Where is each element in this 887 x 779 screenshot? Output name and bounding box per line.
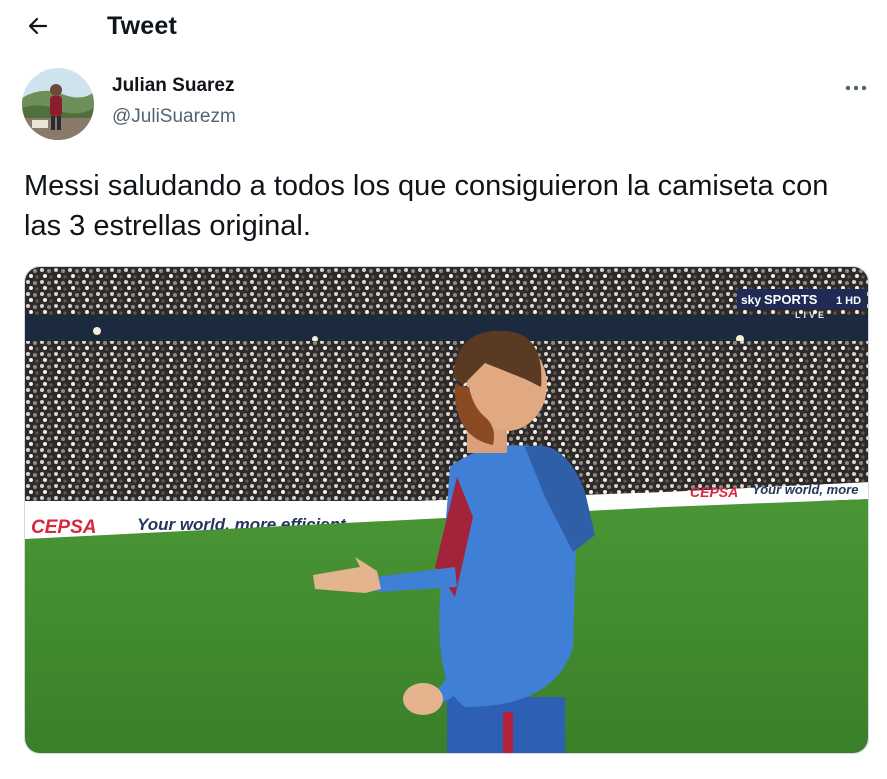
board-right-slogan: Your world, more bbox=[752, 482, 858, 497]
avatar[interactable] bbox=[22, 68, 94, 140]
board-left-brand: CEPSA bbox=[31, 517, 96, 538]
author-display-name[interactable]: Julian Suarez bbox=[112, 74, 235, 98]
top-bar: Tweet bbox=[0, 0, 887, 53]
live-label: LIVE bbox=[795, 310, 827, 320]
tweet-media-image[interactable]: CEPSA Your world, more efficient CEPSA Y… bbox=[24, 266, 869, 754]
board-right-brand: CEPSA bbox=[690, 484, 738, 500]
broadcaster-name: SPORTS bbox=[764, 292, 818, 307]
broadcaster-channel: 1 HD bbox=[836, 295, 861, 307]
back-button[interactable] bbox=[20, 10, 56, 42]
more-options-button[interactable] bbox=[838, 74, 874, 102]
author-handle[interactable]: @JuliSuarezm bbox=[112, 105, 236, 129]
arrow-left-icon bbox=[28, 17, 48, 35]
more-horizontal-icon bbox=[845, 85, 867, 91]
broadcaster-prefix: sky bbox=[741, 293, 761, 307]
tweet-text: Messi saludando a todos los que consigui… bbox=[24, 170, 829, 242]
page-title: Tweet bbox=[107, 12, 177, 40]
